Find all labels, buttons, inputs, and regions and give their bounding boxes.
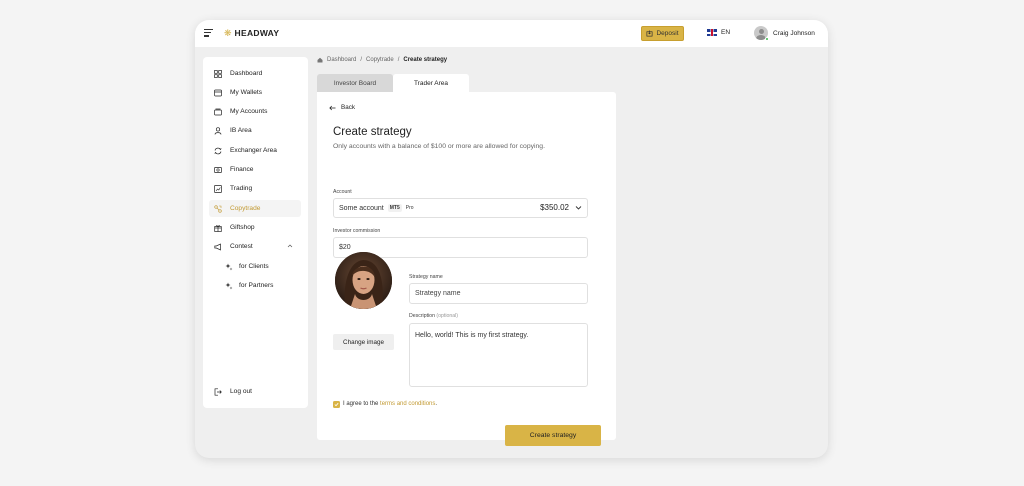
deposit-icon — [646, 30, 653, 37]
accounts-icon — [214, 108, 222, 116]
account-platform-badge: MT5 — [387, 204, 402, 212]
app-window: ❋ HEADWAY Deposit EN Craig Johnson Dashb… — [195, 20, 828, 458]
gift-icon — [214, 224, 222, 232]
sidebar-item-finance[interactable]: Finance — [209, 161, 301, 178]
sidebar-item-for-clients[interactable]: for Clients — [209, 258, 301, 275]
uk-flag-icon — [707, 29, 717, 36]
sidebar-item-label: Copytrade — [230, 205, 261, 212]
language-label: EN — [721, 29, 731, 36]
account-label: Account — [333, 189, 352, 195]
logo[interactable]: ❋ HEADWAY — [224, 28, 279, 38]
grid-icon — [214, 69, 222, 78]
account-type-badge: Pro — [405, 205, 414, 211]
strategy-name-input[interactable]: Strategy name — [409, 283, 588, 304]
sidebar-item-my-wallets[interactable]: My Wallets — [209, 84, 301, 101]
sidebar-item-label: Giftshop — [230, 224, 255, 231]
create-strategy-button[interactable]: Create strategy — [505, 425, 601, 446]
sidebar-item-label: Contest — [230, 243, 253, 250]
logo-text: HEADWAY — [234, 28, 280, 38]
arrow-left-icon — [329, 105, 336, 110]
logout-label: Log out — [230, 388, 252, 395]
terms-text: I agree to the terms and conditions. — [343, 401, 437, 407]
sidebar-item-contest[interactable]: Contest — [209, 238, 301, 255]
account-name: Some account — [339, 204, 384, 212]
sidebar-item-ib-area[interactable]: IB Area — [209, 122, 301, 139]
online-status-icon — [765, 37, 769, 41]
back-button[interactable]: Back — [329, 104, 355, 111]
breadcrumb-copytrade[interactable]: Copytrade — [366, 57, 394, 63]
logout-icon — [214, 387, 222, 396]
sidebar-item-for-partners[interactable]: for Partners — [209, 277, 301, 294]
sparkle-icon — [225, 282, 233, 290]
chevron-up-icon[interactable] — [287, 243, 293, 249]
chevron-down-icon — [575, 206, 582, 210]
tab-trader-area[interactable]: Trader Area — [393, 74, 469, 92]
create-strategy-card: Back Create strategy Only accounts with … — [317, 92, 616, 446]
breadcrumb-separator: / — [397, 57, 400, 63]
logout-button[interactable]: Log out — [209, 383, 301, 400]
deposit-label: Deposit — [656, 30, 679, 37]
sidebar-item-trading[interactable]: Trading — [209, 180, 301, 197]
account-balance: $350.02 — [540, 203, 569, 212]
page-subtitle: Only accounts with a balance of $100 or … — [333, 143, 545, 150]
sidebar-item-giftshop[interactable]: Giftshop — [209, 219, 301, 236]
description-label-text: Description — [409, 313, 435, 319]
breadcrumb: Dashboard / Copytrade / Create strategy — [317, 57, 447, 63]
logo-mark-icon: ❋ — [224, 28, 232, 38]
tab-bar: Investor Board Trader Area — [317, 74, 469, 92]
chart-icon — [214, 184, 222, 193]
copytrade-icon — [214, 204, 222, 213]
sidebar-item-label: for Partners — [239, 282, 274, 289]
terms-suffix: . — [435, 401, 438, 407]
change-image-button[interactable]: Change image — [333, 334, 394, 350]
wallet-icon — [214, 89, 222, 97]
sidebar-item-label: My Accounts — [230, 108, 268, 115]
sidebar-item-label: Dashboard — [230, 70, 263, 77]
sidebar-item-label: My Wallets — [230, 89, 262, 96]
sparkle-icon — [225, 263, 233, 271]
sidebar-item-my-accounts[interactable]: My Accounts — [209, 103, 301, 120]
account-select[interactable]: Some account MT5 Pro $350.02 — [333, 198, 588, 218]
commission-label: Investor commission — [333, 228, 381, 234]
terms-link[interactable]: terms and conditions — [380, 401, 435, 407]
terms-checkbox[interactable] — [333, 401, 340, 408]
sidebar-item-label: Exchanger Area — [230, 147, 277, 154]
language-selector[interactable]: EN — [707, 29, 730, 36]
sidebar-item-label: Finance — [230, 166, 254, 173]
breadcrumb-dashboard[interactable]: Dashboard — [327, 57, 356, 63]
back-label: Back — [341, 104, 355, 111]
user-menu[interactable]: Craig Johnson — [754, 26, 815, 40]
sidebar-item-label: Trading — [230, 185, 253, 192]
top-bar: ❋ HEADWAY Deposit EN Craig Johnson — [195, 20, 828, 47]
breadcrumb-current: Create strategy — [403, 57, 448, 63]
person-icon — [214, 126, 222, 135]
sidebar: Dashboard My Wallets My Accounts IB Area… — [203, 57, 308, 408]
strategy-image — [335, 252, 392, 309]
description-label: Description (optional) — [409, 313, 458, 319]
sidebar-item-copytrade[interactable]: Copytrade — [209, 200, 301, 217]
home-icon[interactable] — [317, 57, 323, 63]
breadcrumb-separator: / — [360, 57, 363, 63]
sidebar-item-exchanger-area[interactable]: Exchanger Area — [209, 142, 301, 159]
tab-investor-board[interactable]: Investor Board — [317, 74, 393, 92]
checkmark-icon — [334, 402, 339, 407]
exchange-icon — [214, 147, 222, 155]
hamburger-menu-icon[interactable] — [204, 29, 213, 37]
strategy-name-label: Strategy name — [409, 274, 443, 280]
sidebar-item-dashboard[interactable]: Dashboard — [209, 65, 301, 82]
sidebar-item-label: IB Area — [230, 127, 252, 134]
description-textarea[interactable]: Hello, world! This is my first strategy. — [409, 323, 588, 387]
megaphone-icon — [214, 242, 222, 251]
deposit-button[interactable]: Deposit — [641, 26, 684, 41]
description-optional: (optional) — [436, 313, 459, 319]
user-name: Craig Johnson — [773, 29, 815, 37]
page-title: Create strategy — [333, 126, 412, 138]
finance-icon — [214, 166, 222, 174]
sidebar-item-label: for Clients — [239, 263, 269, 270]
terms-prefix: I agree to the — [343, 401, 379, 407]
